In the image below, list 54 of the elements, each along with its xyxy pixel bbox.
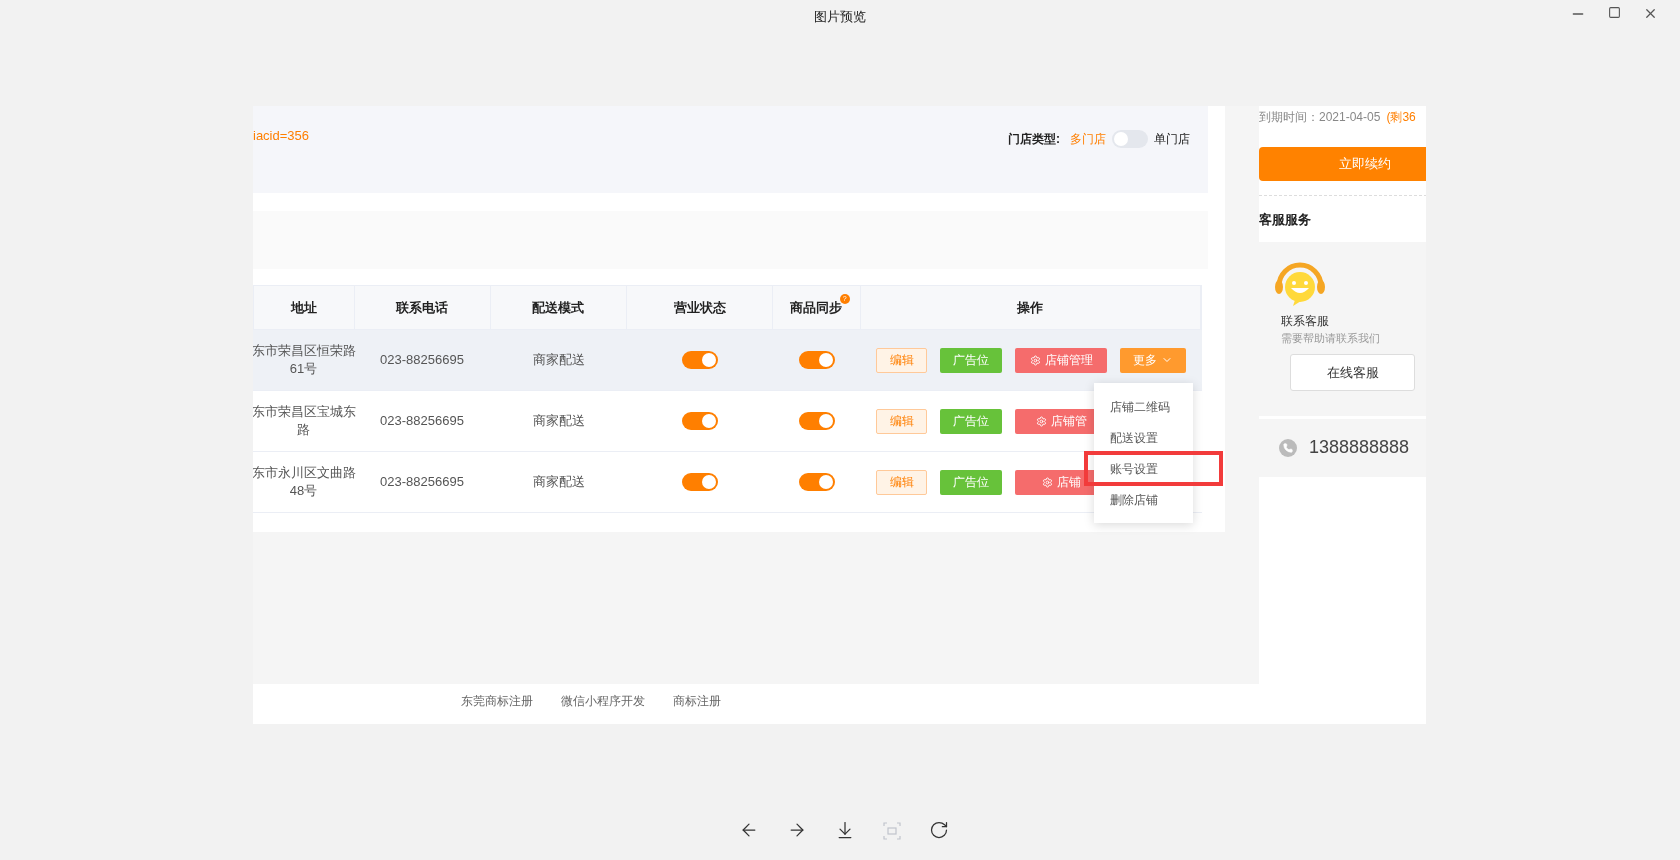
delivery-text: 商家配送 [532, 473, 585, 492]
contact-title: 联系客服 [1281, 312, 1330, 330]
gear-icon [1035, 415, 1047, 427]
phone-text: 023-88256695 [380, 473, 464, 492]
phone-text: 023-88256695 [380, 412, 464, 431]
menu-item[interactable]: 配送设置 [1110, 428, 1158, 447]
delivery-text: 商家配送 [532, 351, 585, 370]
toggle-switch[interactable] [799, 351, 835, 369]
url-text: iacid=356 [253, 127, 310, 145]
contact-hint: 需要帮助请联系我们 [1281, 330, 1381, 346]
delivery-text: 商家配送 [532, 412, 585, 431]
toggle-switch[interactable] [1112, 130, 1148, 148]
renew-button[interactable]: 立即续约 [1259, 147, 1426, 181]
footer-link[interactable]: 微信小程序开发 [561, 692, 645, 710]
toggle-switch[interactable] [799, 412, 835, 430]
ad-slot-button[interactable]: 广告位 [940, 347, 1002, 373]
window-title: 图片预览 [814, 8, 866, 27]
column-header: 联系电话 [396, 298, 449, 317]
section-title: 客服服务 [1259, 211, 1312, 229]
edit-button[interactable]: 编辑 [876, 347, 927, 373]
headset-smiley-icon [1273, 261, 1327, 306]
ad-slot-button[interactable]: 广告位 [940, 408, 1002, 434]
footer-link[interactable]: 东莞商标注册 [461, 692, 533, 710]
rotate-icon[interactable] [929, 820, 949, 840]
menu-item[interactable]: 删除店铺 [1110, 490, 1158, 509]
option-label: 单门店 [1154, 131, 1190, 148]
toggle-switch[interactable] [682, 473, 718, 491]
maximize-icon[interactable] [1608, 6, 1621, 19]
edit-button[interactable]: 编辑 [876, 408, 927, 434]
toggle-switch[interactable] [682, 412, 718, 430]
menu-item[interactable]: 账号设置 [1110, 459, 1158, 478]
store-manage-button[interactable]: 店铺管理 [1015, 347, 1107, 373]
phone-number: 1388888888 [1309, 436, 1410, 459]
option-label: 多门店 [1070, 131, 1106, 148]
ad-slot-button[interactable]: 广告位 [940, 469, 1002, 495]
edit-button[interactable]: 编辑 [876, 469, 927, 495]
gear-icon [1029, 354, 1041, 366]
column-header: 操作 [1017, 298, 1044, 317]
expiry-text: 到期时间：2021-04-05 [1259, 109, 1381, 126]
more-button[interactable]: 更多 [1120, 347, 1186, 373]
footer-link[interactable]: 商标注册 [673, 692, 721, 710]
column-header: 地址 [290, 298, 317, 317]
online-service-button[interactable]: 在线客服 [1290, 354, 1415, 391]
toggle-switch[interactable] [799, 473, 835, 491]
column-header: 营业状态 [673, 298, 726, 317]
phone-text: 023-88256695 [380, 351, 464, 370]
menu-item[interactable]: 店铺二维码 [1110, 397, 1170, 416]
column-header: 配送模式 [532, 298, 585, 317]
close-icon[interactable] [1643, 6, 1658, 21]
gear-icon [1041, 476, 1053, 488]
remaining-text: (剩36 [1386, 109, 1416, 126]
store-type-label: 门店类型: [1008, 131, 1060, 148]
phone-icon [1279, 438, 1297, 457]
toggle-switch[interactable] [682, 351, 718, 369]
